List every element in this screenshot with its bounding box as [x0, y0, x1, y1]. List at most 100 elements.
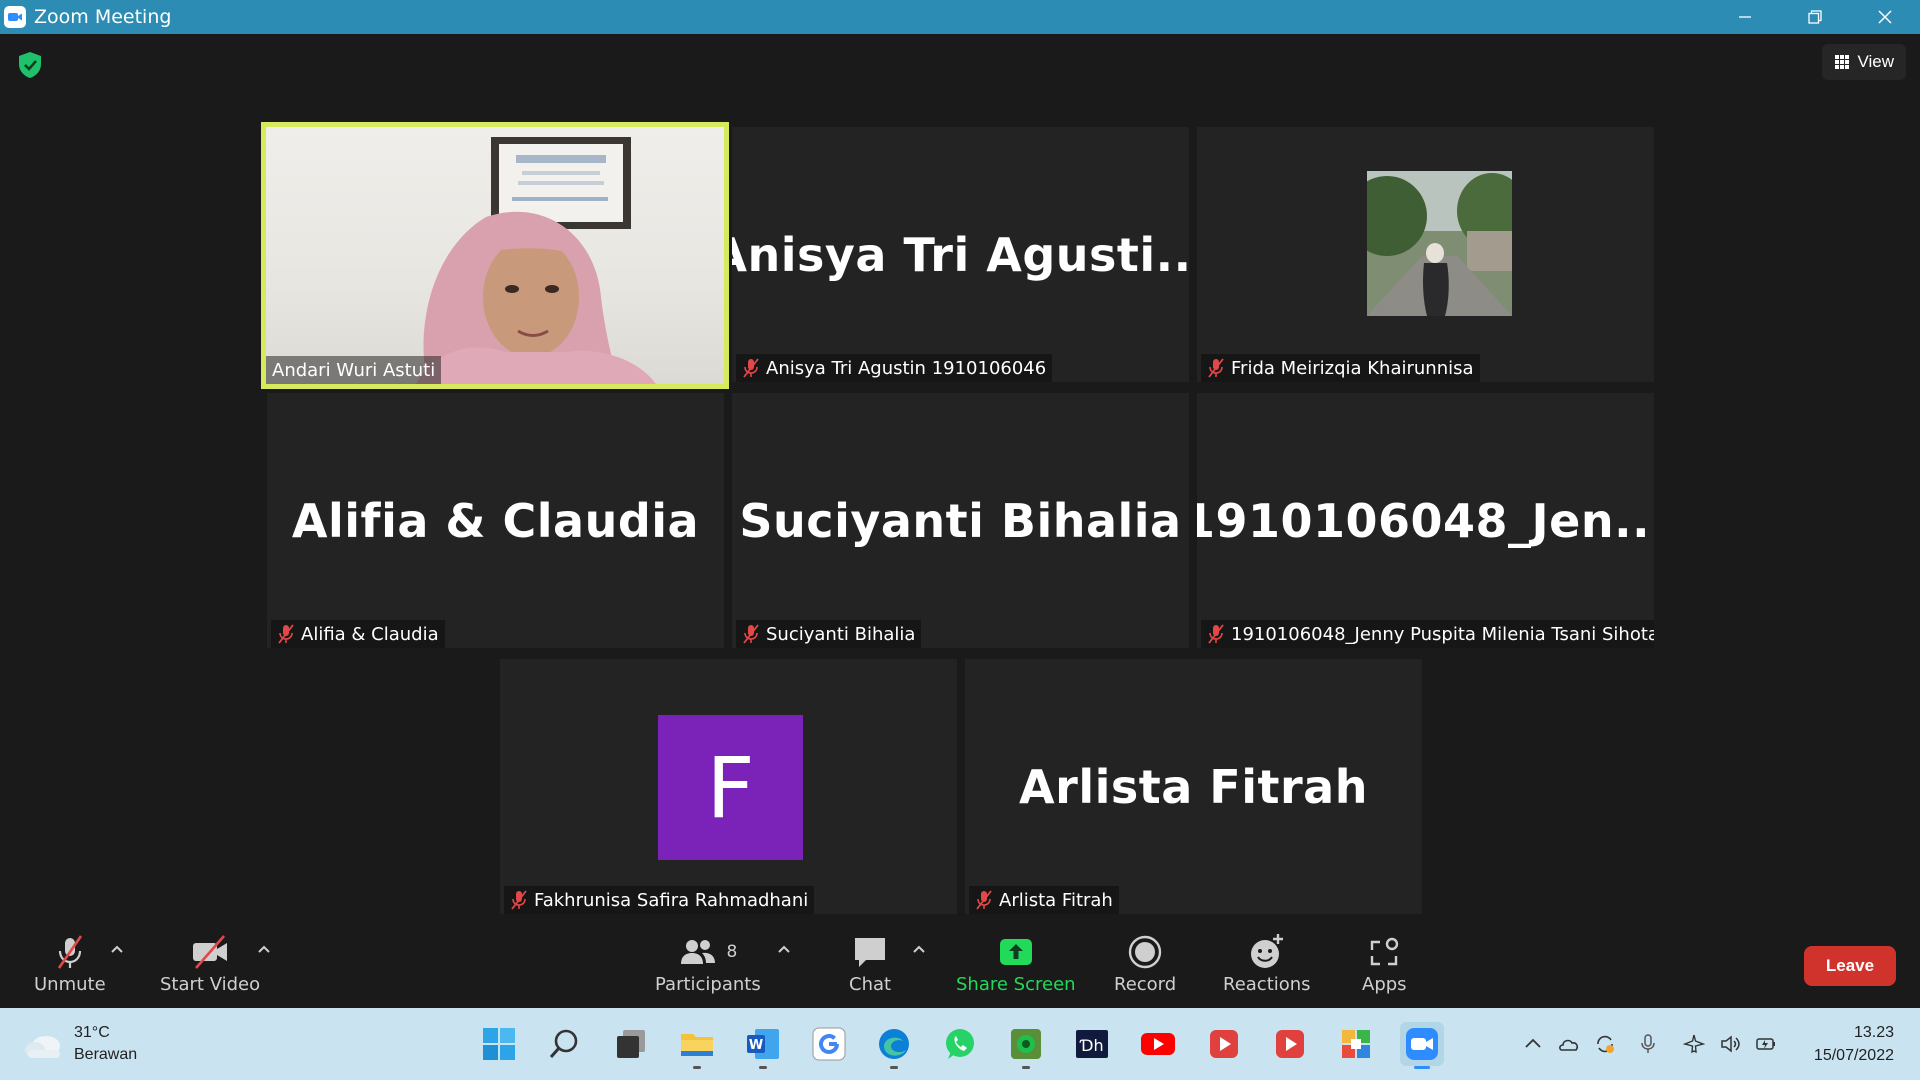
taskbar-file-explorer[interactable]: [675, 1022, 719, 1069]
close-button[interactable]: [1850, 0, 1920, 34]
taskbar-app-green[interactable]: [1004, 1022, 1048, 1069]
dh-app-icon: Ɗh: [1076, 1030, 1108, 1058]
taskbar-app-dh[interactable]: Ɗh: [1070, 1022, 1114, 1066]
participant-display-name: Suciyanti Bihalia: [739, 493, 1182, 548]
avatar-letter: F: [658, 715, 803, 860]
weather-description: Berawan: [74, 1046, 138, 1063]
puzzle-app-icon: [1342, 1030, 1370, 1058]
record-button[interactable]: Record: [1114, 930, 1176, 995]
search-icon: [549, 1029, 578, 1058]
tray-sync[interactable]: [1593, 1032, 1617, 1056]
video-tile-suciyanti[interactable]: Suciyanti Bihalia Suciyanti Bihalia: [732, 393, 1189, 648]
video-tile-fakhrunisa[interactable]: F Fakhrunisa Safira Rahmadhani: [500, 659, 957, 914]
video-tile-jenny[interactable]: 1910106048_Jen... 1910106048_Jenny Puspi…: [1197, 393, 1654, 648]
start-video-button[interactable]: Start Video: [160, 930, 260, 995]
taskbar-edge[interactable]: [872, 1022, 916, 1069]
participants-label: Participants: [655, 974, 761, 995]
tray-volume[interactable]: [1718, 1032, 1742, 1056]
taskbar-youtube[interactable]: [1136, 1022, 1180, 1066]
video-tile-arlista[interactable]: Arlista Fitrah Arlista Fitrah: [965, 659, 1422, 914]
tray-overflow-button[interactable]: [1521, 1032, 1545, 1056]
whatsapp-icon: [946, 1029, 974, 1059]
close-icon: [1878, 10, 1892, 24]
tray-onedrive[interactable]: [1557, 1032, 1581, 1056]
video-tile-alifia[interactable]: Alifia & Claudia Alifia & Claudia: [267, 393, 724, 648]
taskbar-search[interactable]: [542, 1022, 586, 1066]
unmute-button[interactable]: Unmute: [34, 930, 106, 995]
participants-options-chevron-up-icon[interactable]: [775, 942, 793, 956]
muted-mic-icon: [1208, 624, 1224, 644]
minimize-icon: [1739, 16, 1751, 18]
taskbar-word[interactable]: W: [741, 1022, 785, 1069]
participant-name: Anisya Tri Agustin 1910106046: [766, 357, 1047, 379]
word-icon: W: [747, 1029, 779, 1059]
window-titlebar: Zoom Meeting: [0, 0, 1920, 34]
video-tile-frida[interactable]: Frida Meirizqia Khairunnisa: [1197, 127, 1654, 382]
taskbar-clock[interactable]: 13.23 15/07/2022: [1814, 1021, 1894, 1067]
grid-icon: [1835, 55, 1850, 69]
participant-name-label: Frida Meirizqia Khairunnisa: [1201, 354, 1480, 382]
chat-options-chevron-up-icon[interactable]: [910, 942, 928, 956]
audio-options-chevron-up-icon[interactable]: [108, 942, 126, 956]
weather-widget[interactable]: 31°C Berawan: [22, 1022, 137, 1066]
task-view-button[interactable]: [609, 1022, 653, 1066]
apps-button[interactable]: Apps: [1362, 930, 1407, 995]
share-screen-icon: [999, 939, 1032, 965]
cloud-icon: [25, 1036, 60, 1058]
taskbar-app-puzzle[interactable]: [1334, 1022, 1378, 1066]
participant-name-label: Alifia & Claudia: [271, 620, 445, 648]
participants-icon: [681, 940, 716, 964]
tray-microphone[interactable]: [1636, 1032, 1660, 1056]
view-button[interactable]: View: [1822, 44, 1906, 80]
svg-text:Ɗh: Ɗh: [1079, 1036, 1103, 1055]
video-options-chevron-up-icon[interactable]: [255, 942, 273, 956]
minimize-button[interactable]: [1710, 0, 1780, 34]
weather-temperature: 31°C: [74, 1024, 110, 1041]
muted-mic-icon: [976, 890, 992, 910]
participant-display-name: Arlista Fitrah: [1019, 759, 1368, 814]
unmute-label: Unmute: [34, 974, 106, 995]
reactions-smiley-icon: [1250, 934, 1283, 968]
clock-time: 13.23: [1853, 1024, 1894, 1041]
speaker-icon: [1721, 1035, 1740, 1053]
zoom-icon: [1406, 1028, 1438, 1060]
participant-name: Frida Meirizqia Khairunnisa: [1231, 357, 1474, 379]
muted-mic-icon: [743, 624, 759, 644]
start-button[interactable]: [477, 1022, 521, 1066]
participant-name-label: Fakhrunisa Safira Rahmadhani: [504, 886, 815, 914]
taskbar-zoom[interactable]: [1400, 1022, 1444, 1069]
start-video-label: Start Video: [160, 974, 261, 995]
tray-battery[interactable]: [1754, 1032, 1778, 1056]
taskbar-whatsapp[interactable]: [938, 1022, 982, 1066]
taskbar-chrome[interactable]: [807, 1022, 851, 1066]
video-tile-andari[interactable]: Andari Wuri Astuti: [261, 122, 729, 389]
participants-button[interactable]: 8 Participants: [655, 930, 761, 995]
participant-name-label: Anisya Tri Agustin 1910106046: [736, 354, 1053, 382]
leave-button[interactable]: Leave: [1804, 946, 1896, 986]
chat-icon: [855, 938, 886, 967]
tray-airplane-mode[interactable]: [1682, 1032, 1706, 1056]
meeting-area: View Andari Wuri Astuti Anisya Tri Agust…: [0, 34, 1920, 924]
participant-name-label: Andari Wuri Astuti: [266, 356, 442, 384]
profile-photo: [1367, 171, 1512, 316]
taskbar-video-player-1[interactable]: [1202, 1022, 1246, 1066]
chat-button[interactable]: Chat: [849, 930, 891, 995]
share-screen-label: Share Screen: [956, 974, 1076, 995]
youtube-icon: [1141, 1033, 1175, 1055]
video-tile-anisya[interactable]: Anisya Tri Agusti... Anisya Tri Agustin …: [732, 127, 1189, 382]
chat-label: Chat: [849, 974, 892, 995]
reactions-button[interactable]: Reactions: [1223, 930, 1311, 995]
windows-taskbar: 31°C Berawan W Ɗh 13.23 15/07/2022: [0, 1008, 1920, 1080]
share-screen-button[interactable]: Share Screen: [956, 930, 1076, 995]
taskbar-video-player-2[interactable]: [1268, 1022, 1312, 1066]
restore-icon: [1808, 10, 1822, 24]
participant-name: Arlista Fitrah: [999, 889, 1113, 911]
windows-start-icon: [483, 1028, 515, 1060]
green-app-icon: [1011, 1029, 1041, 1059]
muted-mic-icon: [743, 358, 759, 378]
security-shield-icon[interactable]: [17, 51, 43, 79]
apps-label: Apps: [1362, 974, 1407, 995]
restore-button[interactable]: [1780, 0, 1850, 34]
clock-date: 15/07/2022: [1813, 1047, 1894, 1064]
muted-mic-icon: [1208, 358, 1224, 378]
